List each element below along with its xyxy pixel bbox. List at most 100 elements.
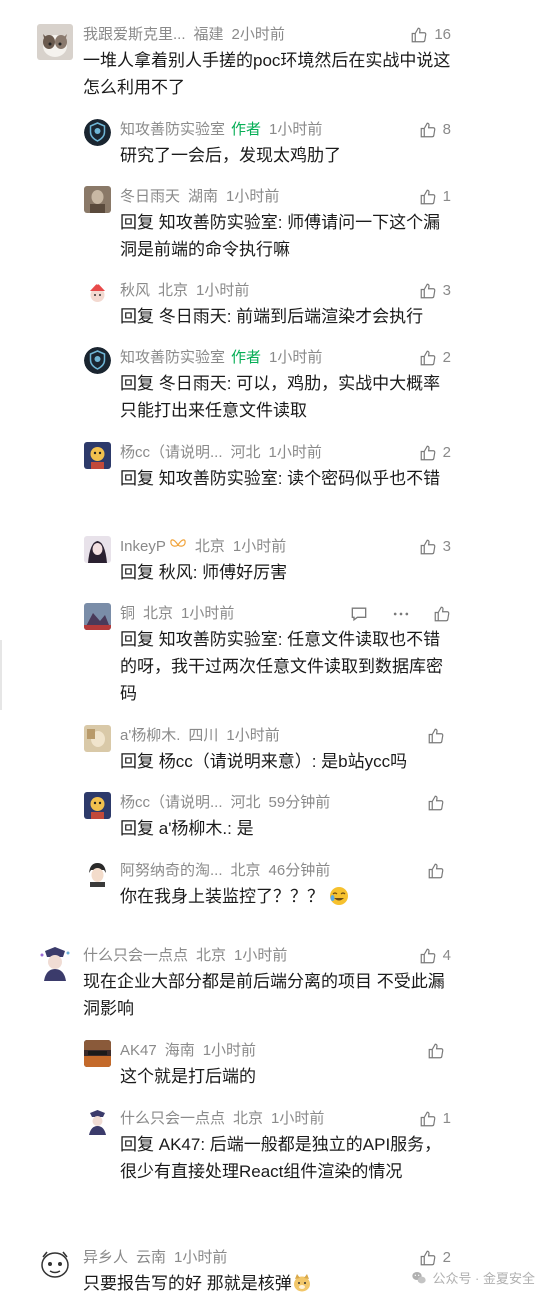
comment-text: 回复 AK47: 后端一般都是独立的API服务，很少有直接处理React组件渲染… [120, 1131, 451, 1185]
like-button[interactable]: 2 [419, 442, 451, 464]
username[interactable]: 我跟爱斯克里... [83, 26, 186, 43]
thumbs-up-icon [428, 863, 444, 879]
like-button[interactable]: 1 [419, 1108, 451, 1130]
comment-meta: 知攻善防实验室 作者 1小时前 [120, 119, 451, 141]
username[interactable]: 阿努纳奇的淘... [120, 862, 223, 879]
avatar[interactable] [84, 1108, 111, 1135]
username[interactable]: 知攻善防实验室 [120, 349, 225, 366]
username[interactable]: 冬日雨天 [120, 188, 180, 205]
reply-target[interactable]: 秋风 [159, 563, 193, 582]
like-button[interactable] [427, 725, 451, 747]
like-button[interactable] [427, 1040, 451, 1062]
like-count: 2 [442, 1249, 451, 1266]
reply-target[interactable]: AK47 [159, 1135, 201, 1154]
like-button[interactable]: 16 [410, 24, 451, 46]
comment-meta: 杨cc（请说明... 河北 1小时前 [120, 442, 451, 464]
comment-meta: 冬日雨天 湖南 1小时前 [120, 186, 451, 208]
avatar[interactable] [84, 1040, 111, 1067]
username[interactable]: 什么只会一点点 [83, 947, 188, 964]
location: 湖南 [188, 188, 219, 205]
like-button[interactable]: 3 [419, 280, 451, 302]
reply-prefix: 回复 [120, 1135, 154, 1154]
comment-text: 你在我身上装监控了？？？ [120, 883, 451, 910]
reply-prefix: 回复 [120, 307, 154, 326]
comment-text: 回复 冬日雨天: 可以，鸡肋，实战中大概率只能打出来任意文件读取 [120, 370, 451, 424]
avatar[interactable] [84, 119, 111, 146]
reply-target[interactable]: 知攻善防实验室 [159, 469, 278, 488]
thumbs-up-icon [420, 122, 436, 138]
location: 河北 [230, 444, 261, 461]
location: 四川 [188, 727, 219, 744]
reply-prefix: 回复 [120, 563, 154, 582]
avatar[interactable] [84, 442, 111, 469]
location: 河北 [230, 794, 261, 811]
avatar[interactable] [84, 860, 111, 887]
thumbs-up-icon[interactable] [433, 605, 451, 623]
comment: 知攻善防实验室 作者 1小时前 8 研究了一会后，发现太鸡肋了 [84, 119, 451, 169]
avatar[interactable] [84, 792, 111, 819]
reply-target[interactable]: a'杨柳木. [159, 819, 227, 838]
avatar[interactable] [84, 725, 111, 752]
avatar[interactable] [84, 186, 111, 213]
comment-icon[interactable] [349, 604, 369, 624]
comment-meta: InkeyP 北京 1小时前 [120, 536, 451, 558]
like-button[interactable]: 1 [419, 186, 451, 208]
reply-prefix: 回复 [120, 374, 154, 393]
location: 北京 [158, 282, 189, 299]
reply-target[interactable]: 杨cc（请说明来意） [159, 752, 312, 771]
comment: 杨cc（请说明... 河北 1小时前 2 回复 知攻善防实验室: 读个密码似乎也不错 [84, 442, 451, 522]
username[interactable]: InkeyP [120, 538, 166, 555]
avatar[interactable] [37, 945, 73, 981]
reply-text: : 是b站ycc吗 [311, 752, 408, 771]
reply-target[interactable]: 冬日雨天 [159, 374, 227, 393]
thumbs-up-icon [420, 445, 436, 461]
username[interactable]: 异乡人 [83, 1249, 128, 1266]
like-count: 2 [442, 444, 451, 461]
like-count: 16 [434, 26, 451, 43]
thumbs-up-icon [411, 27, 427, 43]
like-button[interactable] [427, 860, 451, 882]
comment: 什么只会一点点 北京 1小时前 4 现在企业大部分都是前后端分离的项目 不受此漏洞影… [37, 945, 451, 1025]
username[interactable]: a'杨柳木. [120, 727, 180, 744]
comment-meta: 杨cc（请说明... 河北 59分钟前 [120, 792, 451, 814]
like-button[interactable]: 2 [419, 347, 451, 369]
reply-target[interactable]: 知攻善防实验室 [159, 630, 278, 649]
reply-text: 你在我身上装监控了？？？ [120, 887, 324, 906]
thumbs-up-icon [428, 1043, 444, 1059]
username[interactable]: 杨cc（请说明... [120, 794, 223, 811]
more-icon[interactable] [391, 604, 411, 624]
reply-prefix: 回复 [120, 213, 154, 232]
avatar[interactable] [84, 347, 111, 374]
username[interactable]: 秋风 [120, 282, 150, 299]
avatar[interactable] [84, 603, 111, 630]
comment-text: 回复 a'杨柳木.: 是 [120, 815, 451, 842]
location: 北京 [196, 947, 227, 964]
avatar[interactable] [84, 536, 111, 563]
watermark-text: 公众号 · 金夏安全 [432, 1271, 535, 1286]
username[interactable]: AK47 [120, 1042, 157, 1059]
like-button[interactable]: 8 [419, 119, 451, 141]
like-button[interactable]: 2 [419, 1247, 451, 1269]
username[interactable]: 知攻善防实验室 [120, 121, 225, 138]
reply-target[interactable]: 知攻善防实验室 [159, 213, 278, 232]
thumbs-up-icon [428, 728, 444, 744]
username[interactable]: 铜 [120, 605, 135, 622]
comment-actions [349, 603, 451, 625]
username[interactable]: 什么只会一点点 [120, 1110, 225, 1127]
like-count: 4 [442, 947, 451, 964]
comment: 铜北京 1小时前 回复 知攻善防实验室: 任意文件读取也不错的呀，我干过两次任意文… [84, 603, 451, 711]
username[interactable]: 杨cc（请说明... [120, 444, 223, 461]
comment-text: 只要报告写的好 那就是核弹 [83, 1270, 451, 1297]
like-button[interactable]: 4 [419, 945, 451, 967]
avatar[interactable] [37, 24, 73, 60]
comment-text: 回复 冬日雨天: 前端到后端渲染才会执行 [120, 303, 451, 330]
avatar[interactable] [84, 280, 111, 307]
timestamp: 1小时前 [271, 1110, 325, 1127]
reply-prefix: 回复 [120, 630, 154, 649]
avatar[interactable] [37, 1247, 73, 1283]
like-button[interactable] [427, 792, 451, 814]
like-button[interactable]: 3 [419, 536, 451, 558]
timestamp: 1小时前 [268, 444, 322, 461]
reply-target[interactable]: 冬日雨天 [159, 307, 227, 326]
comment-meta: 知攻善防实验室 作者 1小时前 [120, 347, 451, 369]
